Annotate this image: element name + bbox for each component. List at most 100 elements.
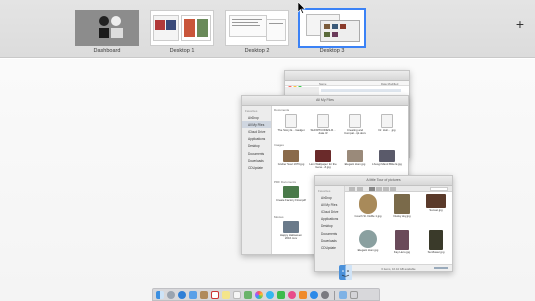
add-space-button[interactable]: + (513, 17, 527, 31)
sidebar-item-applications[interactable]: Applications (242, 136, 271, 143)
itunes-icon[interactable] (288, 291, 296, 299)
system-preferences-icon[interactable] (321, 291, 329, 299)
space-desktop-3[interactable]: Desktop 3 (298, 8, 366, 58)
calendar-icon[interactable] (211, 291, 219, 299)
window-title: All My Files (316, 98, 334, 102)
sidebar-item-documents[interactable]: Documents (315, 230, 344, 237)
group-label: Images (274, 143, 284, 147)
icon-size-slider[interactable] (434, 267, 448, 269)
sidebar-item-icloud-drive[interactable]: iCloud Drive (242, 128, 271, 135)
group-label: Documents (274, 108, 290, 112)
file-item[interactable]: Lhoogi Mand Bitte E.jpg (372, 150, 402, 178)
dock-separator (334, 291, 335, 300)
sidebar-item-desktop[interactable]: Desktop (315, 223, 344, 230)
space-label: Desktop 3 (319, 48, 345, 54)
sidebar-item-downloads[interactable]: Downloads (242, 157, 271, 164)
dock (152, 288, 380, 301)
image-thumbnail (379, 150, 395, 162)
file-item[interactable]: The Story E... Gadget (276, 114, 306, 142)
sidebar-item-applications[interactable]: Applications (315, 216, 344, 223)
file-item[interactable]: Creating and Compat...ipt.docx (340, 114, 370, 142)
file-item[interactable]: Gruber Soul 1976.jpg (276, 150, 306, 178)
finder-drag-icon[interactable] (339, 265, 352, 280)
file-item[interactable]: Couch Sl. Dolfie 1.jpg (353, 194, 383, 222)
list-view-button[interactable] (376, 187, 382, 191)
column-header[interactable]: Name Date Modified (285, 81, 409, 86)
icon-view-button[interactable] (369, 187, 375, 191)
desktop-2-thumbnail (225, 10, 289, 46)
reminders-icon[interactable] (233, 291, 241, 299)
photos-icon[interactable] (255, 291, 263, 299)
file-item[interactable]: Sunset.jpg (421, 194, 451, 222)
trash-icon[interactable] (350, 291, 358, 299)
file-item[interactable]: Elegant Hom.jpg (340, 150, 370, 178)
sidebar-item-downloads[interactable]: Downloads (315, 237, 344, 244)
sidebar-item-all-my-files[interactable]: All My Files (315, 201, 344, 208)
file-grid: Couch Sl. Dolfie 1.jpg Dusky sky.jpg Sun… (347, 194, 450, 263)
desktop-3-thumbnail (298, 8, 366, 48)
space-label: Desktop 1 (169, 48, 195, 54)
title-bar[interactable]: All My Files (242, 96, 408, 112)
contacts-icon[interactable] (200, 291, 208, 299)
sidebar-item-cdupdate[interactable]: CDUpdate (315, 244, 344, 251)
sidebar-item-documents[interactable]: Documents (242, 150, 271, 157)
sidebar-item-all-my-files[interactable]: All My Files (242, 121, 271, 129)
document-icon (381, 114, 393, 128)
column-view-button[interactable] (383, 187, 389, 191)
image-thumbnail (395, 230, 409, 250)
facetime-icon[interactable] (277, 291, 285, 299)
sidebar-item-desktop[interactable]: Desktop (242, 143, 271, 150)
back-button[interactable] (349, 187, 355, 191)
file-item[interactable]: Elegant Hom.jpg (353, 230, 383, 258)
space-label: Desktop 2 (244, 48, 270, 54)
sidebar: Favorites AirDrop All My Files iCloud Dr… (242, 106, 272, 254)
window-title: A little Tour of pictures (366, 178, 401, 182)
downloads-folder-icon[interactable] (339, 291, 347, 299)
file-item[interactable]: Dusky sky.jpg (387, 194, 417, 222)
sidebar-item-airdrop[interactable]: AirDrop (242, 114, 271, 121)
date-column[interactable]: Date Modified (381, 82, 398, 86)
sidebar-item-icloud-drive[interactable]: iCloud Drive (315, 208, 344, 215)
movie-thumbnail (283, 221, 299, 233)
image-thumbnail (359, 230, 377, 248)
space-desktop-1[interactable]: Desktop 1 (150, 10, 214, 58)
finder-window-pictures[interactable]: A little Tour of pictures Favorites AirD… (314, 175, 453, 272)
image-thumbnail (347, 150, 363, 162)
title-bar[interactable]: A little Tour of pictures (315, 176, 452, 192)
file-item[interactable]: Dr. Huir... .jpg (372, 114, 402, 142)
search-field[interactable] (430, 187, 448, 191)
sidebar-item-airdrop[interactable]: AirDrop (315, 194, 344, 201)
sidebar-section-label: Favorites (245, 109, 258, 113)
app-store-icon[interactable] (310, 291, 318, 299)
safari-icon[interactable] (178, 291, 186, 299)
file-item[interactable]: Kay Hero.jpg (387, 230, 417, 258)
mouse-pointer-icon (298, 2, 306, 14)
image-thumbnail (315, 150, 331, 162)
image-thumbnail (394, 194, 410, 214)
forward-button[interactable] (357, 187, 363, 191)
sidebar-item-cdupdate[interactable]: CDUpdate (242, 164, 271, 171)
finder-icon[interactable] (156, 291, 164, 299)
space-desktop-2[interactable]: Desktop 2 (225, 10, 289, 58)
cover-flow-button[interactable] (390, 187, 396, 191)
file-item[interactable]: SHORTCODES-R... data.rtf (308, 114, 338, 142)
image-thumbnail (426, 194, 446, 208)
file-item[interactable]: Sunflower.jpg (421, 230, 451, 258)
document-icon (349, 114, 361, 128)
file-item[interactable]: Lion Wallpaper for the Gene...Z.jpg (308, 150, 338, 178)
sidebar-section-label: Favorites (318, 189, 331, 193)
spaces-bar: Dashboard Desktop 1 Desktop 2 Desktop 3 … (0, 0, 535, 58)
title-bar[interactable] (285, 71, 409, 87)
file-item[interactable]: Create Factory Final.pdf (276, 186, 306, 214)
space-dashboard[interactable]: Dashboard (75, 10, 139, 58)
maps-icon[interactable] (244, 291, 252, 299)
notes-icon[interactable] (222, 291, 230, 299)
ibooks-icon[interactable] (299, 291, 307, 299)
document-icon (317, 114, 329, 128)
document-icon (285, 114, 297, 128)
mail-icon[interactable] (189, 291, 197, 299)
file-item[interactable]: Happy Halloween 2016.mov (276, 221, 306, 249)
launchpad-icon[interactable] (167, 291, 175, 299)
name-column[interactable]: Name (319, 82, 326, 86)
messages-icon[interactable] (266, 291, 274, 299)
